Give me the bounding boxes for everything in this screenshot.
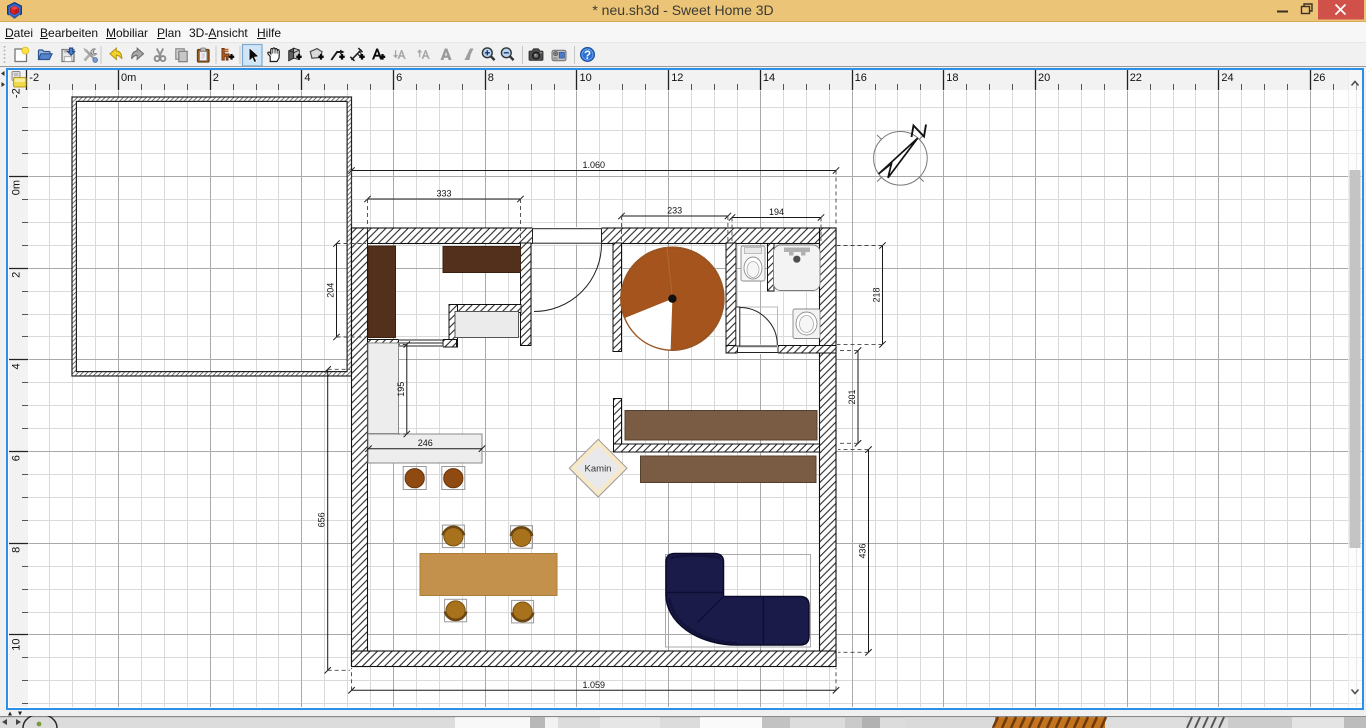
svg-text:?: ? (584, 50, 591, 62)
